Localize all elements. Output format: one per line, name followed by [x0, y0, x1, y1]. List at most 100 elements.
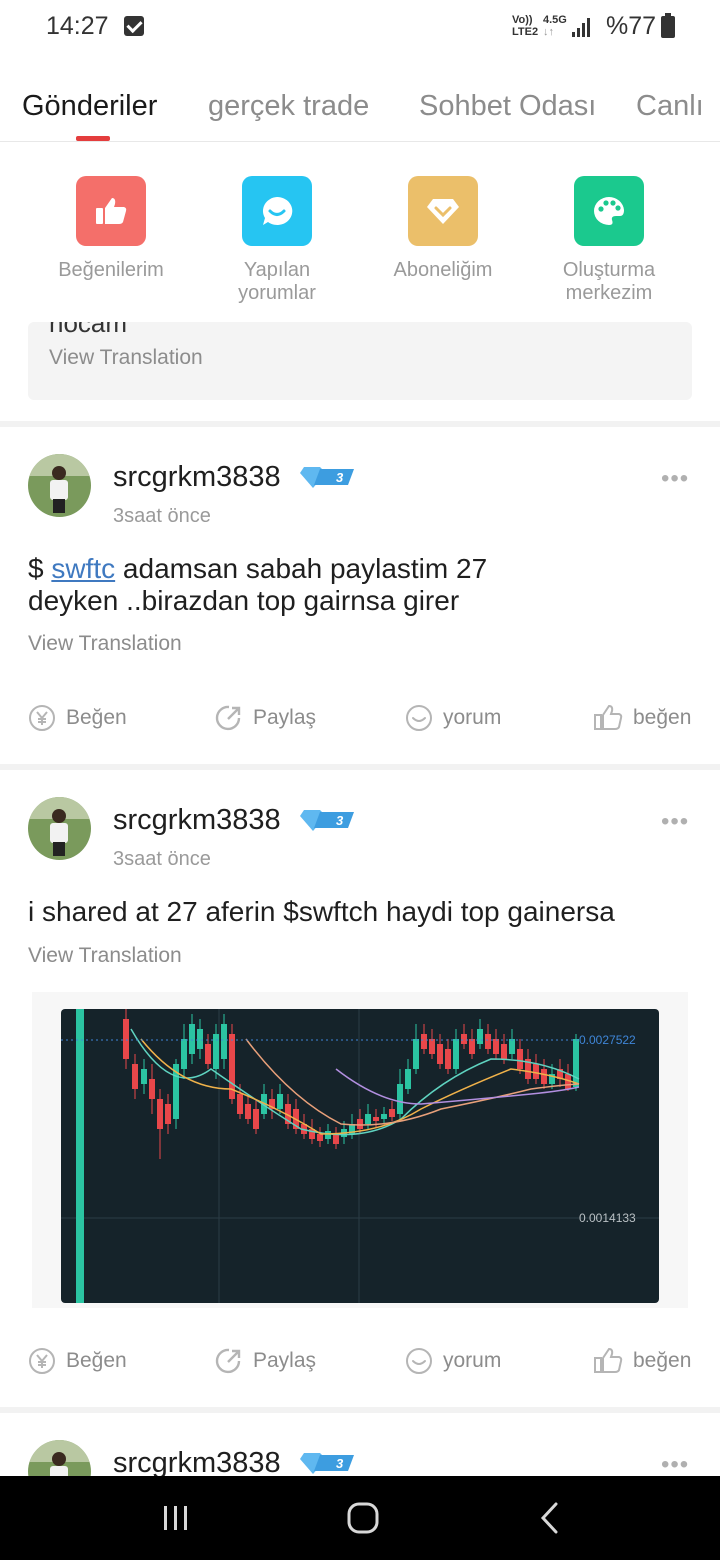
- active-tab-indicator: [76, 136, 110, 141]
- ticker-link[interactable]: swftc: [51, 553, 115, 584]
- tip-label: Beğen: [66, 706, 127, 729]
- yen-coin-icon: [29, 1348, 55, 1374]
- share-icon: [215, 705, 241, 731]
- shortcut-olusturma-merkezim[interactable]: Oluşturma merkezim: [526, 176, 692, 305]
- chart-candle: [253, 1109, 259, 1129]
- speed-label: 4.5G: [543, 14, 567, 26]
- chart-candle: [237, 1094, 243, 1114]
- diamond-icon: [408, 176, 478, 246]
- signal-icon: [572, 17, 592, 37]
- volte-label: Vo)): [512, 14, 533, 26]
- comment-icon: [406, 705, 432, 731]
- lte-label: LTE2: [512, 26, 539, 38]
- comment-button[interactable]: yorum: [405, 704, 501, 732]
- battery-icon: [661, 13, 675, 38]
- chart-candle: [365, 1114, 371, 1124]
- shortcut-aboneligim[interactable]: Aboneliğim: [360, 176, 526, 282]
- more-options-icon[interactable]: •••: [661, 1451, 689, 1479]
- speed-indicator: 4.5G ↓↑: [543, 14, 567, 38]
- shortcut-label: Beğenilerim: [58, 259, 164, 281]
- chart-candle: [501, 1044, 507, 1059]
- chart-candle: [453, 1039, 459, 1069]
- chart-candle: [277, 1094, 283, 1109]
- chart-candle: [132, 1064, 138, 1089]
- post-actions: Beğen Paylaş yorum beğen: [0, 704, 720, 738]
- shortcut-label: Aboneliğim: [393, 259, 493, 281]
- share-button[interactable]: Paylaş: [215, 704, 316, 732]
- chart-candle: [197, 1029, 203, 1049]
- tab-canli[interactable]: Canlı: [636, 90, 704, 123]
- avatar[interactable]: [28, 454, 91, 517]
- more-options-icon[interactable]: •••: [661, 465, 689, 493]
- shortcut-label: Oluşturma merkezim: [562, 259, 656, 304]
- recent-apps-icon[interactable]: [156, 1498, 196, 1538]
- share-button[interactable]: Paylaş: [215, 1347, 316, 1375]
- chart-candle: [76, 1009, 84, 1303]
- divider: [0, 421, 720, 427]
- post-time: 3saat önce: [113, 505, 211, 527]
- thumbs-up-icon: [594, 1347, 623, 1373]
- chart-candle: [333, 1134, 339, 1144]
- chart-candle: [373, 1117, 379, 1121]
- chart-candle: [429, 1039, 435, 1054]
- view-translation-link[interactable]: View Translation: [28, 944, 182, 968]
- chart-candle: [141, 1069, 147, 1084]
- comment-label: yorum: [443, 1349, 502, 1372]
- chart-image[interactable]: 0.0027522 0.0014133: [32, 992, 688, 1308]
- divider: [0, 1407, 720, 1413]
- svg-text:3: 3: [336, 470, 344, 485]
- like-button[interactable]: beğen: [593, 1347, 691, 1375]
- username[interactable]: srcgrkm3838: [113, 461, 281, 494]
- top-tabs: Gönderiler gerçek trade Sohbet Odası Can…: [0, 78, 720, 142]
- svg-text:3: 3: [336, 1456, 344, 1471]
- chart-candle: [517, 1049, 523, 1069]
- quoted-post-box[interactable]: hocam View Translation: [28, 322, 692, 400]
- username[interactable]: srcgrkm3838: [113, 804, 281, 837]
- chart-candle: [181, 1039, 187, 1069]
- price-label-top: 0.0027522: [579, 1033, 636, 1047]
- view-translation-link[interactable]: View Translation: [28, 632, 182, 656]
- view-translation-link[interactable]: View Translation: [49, 346, 203, 370]
- chart-candle: [157, 1099, 163, 1129]
- chart-candle: [189, 1024, 195, 1054]
- comment-button[interactable]: yorum: [405, 1347, 501, 1375]
- diamond-badge-icon: 3: [300, 1453, 354, 1474]
- post-time: 3saat önce: [113, 848, 211, 870]
- tab-gonderiler[interactable]: Gönderiler: [22, 90, 157, 123]
- home-icon[interactable]: [343, 1498, 383, 1538]
- chart-candle: [397, 1084, 403, 1114]
- chart-candle: [437, 1044, 443, 1064]
- tip-button[interactable]: Beğen: [28, 1347, 127, 1375]
- chart-candle: [485, 1034, 491, 1049]
- chart-candle: [221, 1024, 227, 1059]
- status-time: 14:27: [46, 12, 109, 40]
- chart-candle: [405, 1069, 411, 1089]
- share-label: Paylaş: [253, 706, 317, 729]
- status-bar: 14:27 Vo)) LTE2 4.5G ↓↑ %77: [0, 0, 720, 56]
- avatar[interactable]: [28, 797, 91, 860]
- chart-candle: [245, 1104, 251, 1119]
- system-nav-bar: [0, 1476, 720, 1560]
- candlestick-chart: 0.0027522 0.0014133: [61, 1009, 659, 1303]
- share-label: Paylaş: [253, 1349, 317, 1372]
- data-arrows-icon: ↓↑: [543, 26, 554, 38]
- tab-sohbet-odasi[interactable]: Sohbet Odası: [419, 90, 596, 123]
- chart-candle: [165, 1104, 171, 1124]
- tab-gercek-trade[interactable]: gerçek trade: [208, 90, 369, 123]
- shortcut-yapilan-yorumlar[interactable]: Yapılan yorumlar: [194, 176, 360, 305]
- chart-candle: [421, 1034, 427, 1049]
- chart-candle: [509, 1039, 515, 1054]
- shortcut-begenilerim[interactable]: Beğenilerim: [28, 176, 194, 282]
- like-button[interactable]: beğen: [593, 704, 691, 732]
- chart-candle: [325, 1131, 331, 1139]
- chart-candle: [541, 1069, 547, 1084]
- candlestick-chart-svg: [61, 1009, 659, 1303]
- more-options-icon[interactable]: •••: [661, 808, 689, 836]
- back-icon[interactable]: [530, 1498, 570, 1538]
- chart-candle: [461, 1034, 467, 1044]
- chart-candle: [149, 1079, 155, 1099]
- like-label: beğen: [633, 706, 692, 729]
- thumbs-up-icon: [594, 704, 623, 730]
- comment-icon: [242, 176, 312, 246]
- tip-button[interactable]: Beğen: [28, 704, 127, 732]
